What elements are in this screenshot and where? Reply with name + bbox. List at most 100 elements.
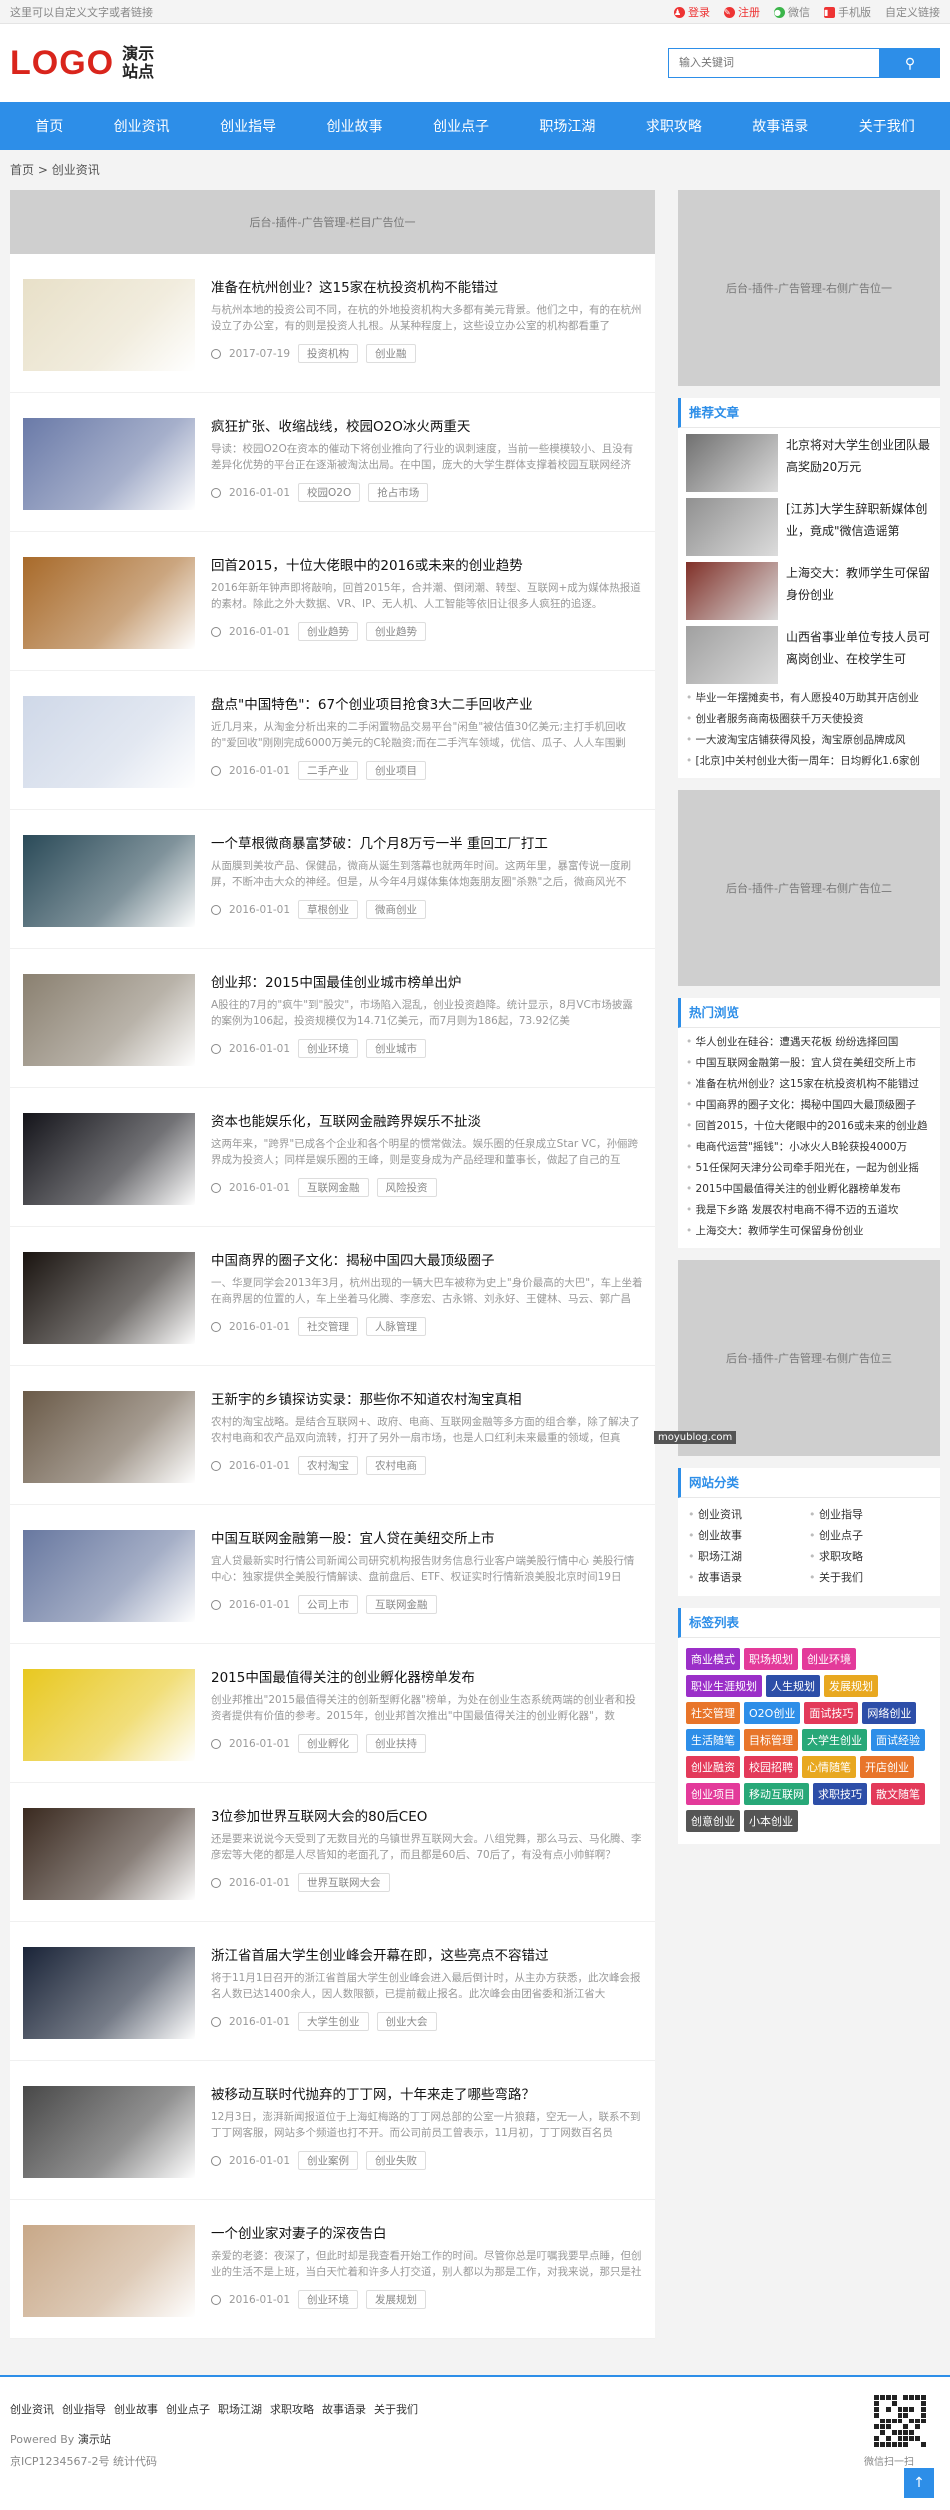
hot-link[interactable]: 51任保阿天津分公司牵手阳光在，一起为创业摇 <box>686 1158 932 1179</box>
hot-link[interactable]: 电商代运营"摇钱"：小冰火人B轮获投4000万 <box>686 1137 932 1158</box>
article-thumbnail[interactable] <box>23 418 195 510</box>
tag-chip[interactable]: 目标管理 <box>744 1729 798 1751</box>
recommend-title-text[interactable]: [江苏]大学生辞职新媒体创业，竟成"微信造谣第 <box>786 498 932 542</box>
nav-item[interactable]: 创业指导 <box>210 116 286 136</box>
article-tag[interactable]: 大学生创业 <box>298 2012 369 2031</box>
recommend-thumbnail[interactable] <box>686 562 778 620</box>
article-tag[interactable]: 农村电商 <box>366 1456 427 1475</box>
article-item[interactable]: 创业邦：2015中国最佳创业城市榜单出炉 A股往的7月的"疯牛"到"股灾"，市场陷… <box>10 949 655 1088</box>
article-thumbnail[interactable] <box>23 2086 195 2178</box>
article-tag[interactable]: 公司上市 <box>298 1595 359 1614</box>
hot-link[interactable]: 我是下乡路 发展农村电商不得不迈的五道坎 <box>686 1200 932 1221</box>
article-title[interactable]: 一个草根微商暴富梦破：几个月8万亏一半 重回工厂打工 <box>211 835 643 855</box>
tag-chip[interactable]: 发展规划 <box>824 1675 878 1697</box>
hot-link[interactable]: 华人创业在硅谷：遭遇天花板 纷纷选择回国 <box>686 1032 932 1053</box>
tag-chip[interactable]: 网络创业 <box>862 1702 917 1724</box>
recommend-thumbnail[interactable] <box>686 498 778 556</box>
article-thumbnail[interactable] <box>23 696 195 788</box>
article-tag[interactable]: 微商创业 <box>366 900 427 919</box>
article-title[interactable]: 被移动互联时代抛弃的丁丁网，十年来走了哪些弯路？ <box>211 2086 643 2106</box>
article-item[interactable]: 中国互联网金融第一股：宜人贷在美纽交所上市 宜人贷最新实时行情公司新闻公司研究机构… <box>10 1505 655 1644</box>
article-tag[interactable]: 抢占市场 <box>368 483 429 502</box>
article-tag[interactable]: 投资机构 <box>298 344 359 363</box>
ad-right-1[interactable]: 后台-插件-广告管理-右侧广告位一 <box>678 190 940 386</box>
hot-link[interactable]: 2015中国最值得关注的创业孵化器榜单发布 <box>686 1179 932 1200</box>
nav-item[interactable]: 职场江湖 <box>529 116 605 136</box>
article-tag[interactable]: 创业趋势 <box>298 622 359 641</box>
ad-right-3[interactable]: 后台-插件-广告管理-右侧广告位三 <box>678 1260 940 1456</box>
tag-chip[interactable]: 校园招聘 <box>744 1756 798 1778</box>
tag-chip[interactable]: 散文随笔 <box>871 1783 925 1805</box>
article-tag[interactable]: 创业案例 <box>298 2151 359 2170</box>
article-thumbnail[interactable] <box>23 279 195 371</box>
hot-link[interactable]: 回首2015，十位大佬眼中的2016或未来的创业趋 <box>686 1116 932 1137</box>
nav-item[interactable]: 故事语录 <box>742 116 818 136</box>
article-item[interactable]: 3位参加世界互联网大会的80后CEO 还是要来说说今天受到了无数目光的乌镇世界互联… <box>10 1783 655 1922</box>
tag-chip[interactable]: 移动互联网 <box>744 1783 809 1805</box>
article-tag[interactable]: 创业环境 <box>298 1039 359 1058</box>
article-tag[interactable]: 发展规划 <box>366 2290 427 2309</box>
article-thumbnail[interactable] <box>23 2225 195 2317</box>
category-link[interactable]: 故事语录 <box>688 1567 809 1588</box>
recommend-title-text[interactable]: 北京将对大学生创业团队最高奖励20万元 <box>786 434 932 478</box>
recommend-thumbnail[interactable] <box>686 626 778 684</box>
footer-link[interactable]: 创业点子 <box>166 2401 210 2417</box>
article-item[interactable]: 2015中国最值得关注的创业孵化器榜单发布 创业邦推出"2015最值得关注的创新型… <box>10 1644 655 1783</box>
article-thumbnail[interactable] <box>23 974 195 1066</box>
article-title[interactable]: 创业邦：2015中国最佳创业城市榜单出炉 <box>211 974 643 994</box>
article-thumbnail[interactable] <box>23 835 195 927</box>
footer-link[interactable]: 创业故事 <box>114 2401 158 2417</box>
footer-link[interactable]: 关于我们 <box>374 2401 418 2417</box>
ad-banner-top[interactable]: 后台-插件-广告管理-栏目广告位一 <box>10 190 655 254</box>
article-item[interactable]: 回首2015，十位大佬眼中的2016或未来的创业趋势 2016年新年钟声即将敲响，… <box>10 532 655 671</box>
article-item[interactable]: 一个创业家对妻子的深夜告白 亲爱的老婆：夜深了，但此时却是我查看开始工作的时间。尽… <box>10 2200 655 2339</box>
recommend-thumbnail[interactable] <box>686 434 778 492</box>
article-thumbnail[interactable] <box>23 557 195 649</box>
nav-item[interactable]: 创业点子 <box>423 116 499 136</box>
register-link[interactable]: ✎ 注册 <box>724 4 760 20</box>
recommend-title-text[interactable]: 山西省事业单位专技人员可离岗创业、在校学生可 <box>786 626 932 670</box>
tag-chip[interactable]: 大学生创业 <box>802 1729 867 1751</box>
recommend-link[interactable]: 创业者服务商南极圈获千万天使投资 <box>686 709 932 730</box>
category-link[interactable]: 创业故事 <box>688 1525 809 1546</box>
article-item[interactable]: 一个草根微商暴富梦破：几个月8万亏一半 重回工厂打工 从面膜到美妆产品、保健品，微… <box>10 810 655 949</box>
category-link[interactable]: 职场江湖 <box>688 1546 809 1567</box>
article-title[interactable]: 资本也能娱乐化，互联网金融跨界娱乐不扯淡 <box>211 1113 643 1133</box>
tag-chip[interactable]: 商业模式 <box>686 1648 740 1670</box>
article-tag[interactable]: 创业环境 <box>298 2290 359 2309</box>
article-item[interactable]: 盘点"中国特色"：67个创业项目抢食3大二手回收产业 近几月来，从淘金分析出来的二… <box>10 671 655 810</box>
recommend-link[interactable]: [北京]中关村创业大街一周年：日均孵化1.6家创 <box>686 751 932 772</box>
article-thumbnail[interactable] <box>23 1391 195 1483</box>
mobile-link[interactable]: ▮ 手机版 <box>824 4 871 20</box>
article-title[interactable]: 回首2015，十位大佬眼中的2016或未来的创业趋势 <box>211 557 643 577</box>
footer-link[interactable]: 创业资讯 <box>10 2401 54 2417</box>
article-item[interactable]: 准备在杭州创业？这15家在杭投资机构不能错过 与杭州本地的投资公司不同，在杭的外地… <box>10 254 655 393</box>
hot-link[interactable]: 准备在杭州创业？这15家在杭投资机构不能错过 <box>686 1074 932 1095</box>
breadcrumb-home[interactable]: 首页 <box>10 163 34 177</box>
wechat-link[interactable]: ● 微信 <box>774 4 810 20</box>
article-tag[interactable]: 创业大会 <box>376 2012 437 2031</box>
recommend-item[interactable]: 北京将对大学生创业团队最高奖励20万元 <box>678 428 940 492</box>
nav-item[interactable]: 求职攻略 <box>636 116 712 136</box>
article-tag[interactable]: 社交管理 <box>298 1317 359 1336</box>
article-item[interactable]: 资本也能娱乐化，互联网金融跨界娱乐不扯淡 这两年来，"跨界"已成各个企业和各个明星… <box>10 1088 655 1227</box>
footer-link[interactable]: 创业指导 <box>62 2401 106 2417</box>
article-thumbnail[interactable] <box>23 1252 195 1344</box>
footer-link[interactable]: 职场江湖 <box>218 2401 262 2417</box>
hot-link[interactable]: 中国互联网金融第一股：宜人贷在美纽交所上市 <box>686 1053 932 1074</box>
article-tag[interactable]: 互联网金融 <box>298 1178 369 1197</box>
article-title[interactable]: 中国商界的圈子文化：揭秘中国四大最顶级圈子 <box>211 1252 643 1272</box>
article-tag[interactable]: 风险投资 <box>376 1178 437 1197</box>
article-tag[interactable]: 创业趋势 <box>366 622 427 641</box>
article-thumbnail[interactable] <box>23 1669 195 1761</box>
tag-chip[interactable]: 开店创业 <box>860 1756 914 1778</box>
tag-chip[interactable]: 心情随笔 <box>802 1756 856 1778</box>
recommend-title-text[interactable]: 上海交大：教师学生可保留身份创业 <box>786 562 932 606</box>
article-item[interactable]: 被移动互联时代抛弃的丁丁网，十年来走了哪些弯路？ 12月3日，澎湃新闻报道位于上海… <box>10 2061 655 2200</box>
tag-chip[interactable]: 创意创业 <box>686 1810 740 1832</box>
tag-chip[interactable]: 求职技巧 <box>813 1783 867 1805</box>
nav-item[interactable]: 创业故事 <box>317 116 393 136</box>
article-title[interactable]: 盘点"中国特色"：67个创业项目抢食3大二手回收产业 <box>211 696 643 716</box>
article-thumbnail[interactable] <box>23 1113 195 1205</box>
article-thumbnail[interactable] <box>23 1808 195 1900</box>
